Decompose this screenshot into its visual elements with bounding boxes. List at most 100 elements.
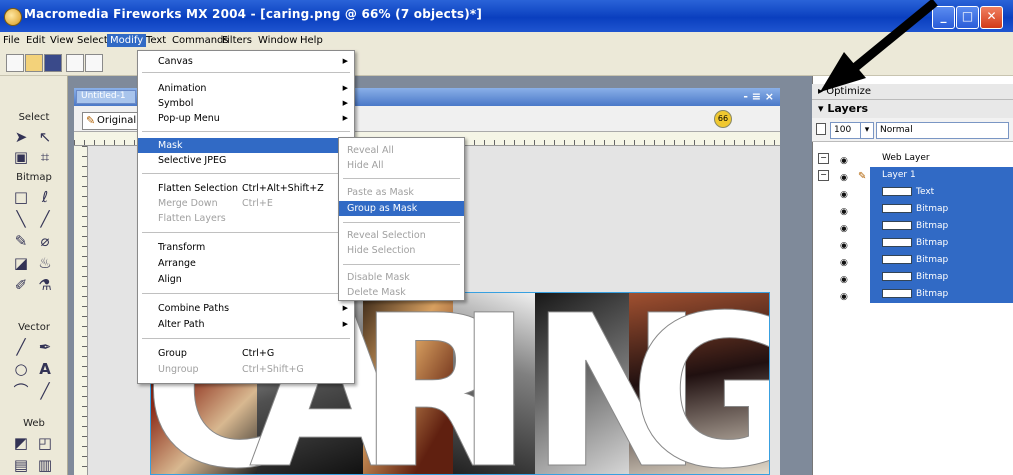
freeform-tool-icon[interactable]: ⌒ <box>12 382 30 400</box>
expand-icon[interactable]: − <box>818 170 829 181</box>
document-tab[interactable]: Untitled-1 <box>76 90 136 104</box>
layer-row-layer-1[interactable]: − ◉ ✎ Layer 1 <box>812 167 1013 184</box>
eye-icon[interactable]: ◉ <box>840 289 854 302</box>
open-file-icon[interactable] <box>25 54 43 72</box>
brush-tool-icon[interactable]: ╱ <box>36 210 54 228</box>
menu-item-group-as-mask[interactable]: Group as Mask <box>339 201 464 216</box>
save-icon[interactable] <box>44 54 62 72</box>
paint-bucket-tool-icon[interactable]: ⚗ <box>36 276 54 294</box>
menu-item-hide-selection[interactable]: Hide Selection <box>339 243 464 258</box>
layer-name: Bitmap <box>870 218 1013 235</box>
subselect-tool-icon[interactable]: ↖ <box>36 128 54 146</box>
eye-icon[interactable]: ◉ <box>840 221 854 234</box>
menu-text[interactable]: Text <box>146 35 166 46</box>
pencil-tool-icon[interactable]: ✎ <box>12 232 30 250</box>
slice-tool-icon[interactable]: ◰ <box>36 434 54 452</box>
document-window-buttons[interactable]: - ≡ × <box>743 90 774 103</box>
menu-item-combine-paths[interactable]: Combine Paths ▶ <box>138 301 354 316</box>
layer-row-bitmap[interactable]: ◉ Bitmap <box>812 218 1013 235</box>
hide-slices-icon[interactable]: ▤ <box>12 456 30 474</box>
layer-row-bitmap[interactable]: ◉ Bitmap <box>812 269 1013 286</box>
menu-item-reveal-all[interactable]: Reveal All <box>339 143 464 158</box>
fireworks-app-icon <box>4 8 22 26</box>
menu-item-arrange[interactable]: Arrange▶ <box>138 256 354 271</box>
menu-item-ungroup[interactable]: Ungroup Ctrl+Shift+G <box>138 362 354 377</box>
layers-panel-header[interactable]: ▾ Layers <box>812 100 1013 118</box>
show-slices-icon[interactable]: ▥ <box>36 456 54 474</box>
eye-icon[interactable]: ◉ <box>840 272 854 285</box>
menu-item-align[interactable]: Align▶ <box>138 272 354 287</box>
layer-row-web-layer[interactable]: − ◉ Web Layer <box>812 150 1013 167</box>
menu-item-hide-all[interactable]: Hide All <box>339 158 464 173</box>
letter-r: R <box>357 292 520 475</box>
menu-item-animation[interactable]: Animation ▶ <box>138 81 354 96</box>
knife-tool-icon[interactable]: ╱ <box>36 382 54 400</box>
marquee-tool-icon[interactable]: □ <box>12 188 30 206</box>
menu-view[interactable]: View <box>50 35 74 46</box>
menu-item-popup-menu[interactable]: Pop-up Menu ▶ <box>138 111 354 126</box>
magic-wand-tool-icon[interactable]: ╲ <box>12 210 30 228</box>
ellipse-tool-icon[interactable]: ○ <box>12 360 30 378</box>
eraser-tool-icon[interactable]: ⌀ <box>36 232 54 250</box>
scale-tool-icon[interactable]: ▣ <box>12 148 30 166</box>
expand-icon[interactable]: − <box>818 153 829 164</box>
eye-icon[interactable]: ◉ <box>840 153 854 166</box>
menu-item-disable-mask[interactable]: Disable Mask <box>339 270 464 285</box>
menu-item-mask[interactable]: Mask▶ <box>138 138 354 153</box>
opacity-dropdown-icon[interactable]: ▾ <box>860 122 874 139</box>
tools-heading-web: Web <box>23 418 45 429</box>
layer-row-bitmap[interactable]: ◉ Bitmap <box>812 201 1013 218</box>
export-icon[interactable] <box>85 54 103 72</box>
eye-icon[interactable]: ◉ <box>840 255 854 268</box>
crop-tool-icon[interactable]: ⌗ <box>36 148 54 166</box>
menu-modify[interactable]: Modify <box>107 34 147 47</box>
line-tool-icon[interactable]: ╱ <box>12 338 30 356</box>
layer-options-icon[interactable] <box>816 123 826 135</box>
rubber-stamp-tool-icon[interactable]: ♨ <box>36 254 54 272</box>
menu-edit[interactable]: Edit <box>26 35 45 46</box>
blur-tool-icon[interactable]: ◪ <box>12 254 30 272</box>
lasso-tool-icon[interactable]: ℓ <box>36 188 54 206</box>
menu-item-delete-mask[interactable]: Delete Mask <box>339 285 464 300</box>
layer-row-bitmap[interactable]: ◉ Bitmap <box>812 252 1013 269</box>
menu-item-paste-as-mask[interactable]: Paste as Mask <box>339 185 464 200</box>
hotspot-tool-icon[interactable]: ◩ <box>12 434 30 452</box>
menu-item-symbol[interactable]: Symbol ▶ <box>138 96 354 111</box>
menu-filters[interactable]: Filters <box>222 35 252 46</box>
menu-item-alter-path[interactable]: Alter Path ▶ <box>138 317 354 332</box>
menu-item-flatten-layers[interactable]: Flatten Layers <box>138 211 354 226</box>
text-tool-icon[interactable]: A <box>36 360 54 378</box>
menu-item-selective-jpeg[interactable]: Selective JPEG▶ <box>138 153 354 168</box>
menu-select[interactable]: Select <box>77 35 108 46</box>
eye-icon[interactable]: ◉ <box>840 238 854 251</box>
eye-icon[interactable]: ◉ <box>840 170 854 183</box>
menu-item-merge-down[interactable]: Merge Down Ctrl+E <box>138 196 354 211</box>
menu-item-canvas[interactable]: Canvas ▶ <box>138 54 354 69</box>
layer-row-bitmap[interactable]: ◉ Bitmap <box>812 235 1013 252</box>
menu-help[interactable]: Help <box>300 35 323 46</box>
pointer-tool-icon[interactable]: ➤ <box>12 128 30 146</box>
zoom-icon[interactable]: 66 <box>714 110 732 128</box>
pencil-icon[interactable]: ✎ <box>858 168 866 185</box>
eye-icon[interactable]: ◉ <box>840 187 854 200</box>
menu-file[interactable]: File <box>3 35 20 46</box>
blend-mode-select[interactable]: Normal <box>876 122 1009 139</box>
layer-row-text[interactable]: ◉ Text <box>812 184 1013 201</box>
eye-icon[interactable]: ◉ <box>840 204 854 217</box>
opacity-field[interactable]: 100 <box>830 122 861 139</box>
letter-n: N <box>529 292 706 475</box>
import-icon[interactable] <box>66 54 84 72</box>
pen-tool-icon[interactable]: ✒ <box>36 338 54 356</box>
menu-item-transform[interactable]: Transform▶ <box>138 240 354 255</box>
menu-item-flatten-selection[interactable]: Flatten Selection Ctrl+Alt+Shift+Z <box>138 181 354 196</box>
eyedropper-tool-icon[interactable]: ✐ <box>12 276 30 294</box>
new-file-icon[interactable] <box>6 54 24 72</box>
layer-name: Bitmap <box>870 286 1013 303</box>
menu-commands[interactable]: Commands <box>172 35 229 46</box>
ruler-left <box>74 146 88 475</box>
layer-row-bitmap[interactable]: ◉ Bitmap <box>812 286 1013 303</box>
menu-window[interactable]: Window <box>258 35 297 46</box>
layer-name: Bitmap <box>870 269 1013 286</box>
menu-item-reveal-selection[interactable]: Reveal Selection <box>339 228 464 243</box>
menu-item-group[interactable]: Group Ctrl+G <box>138 346 354 361</box>
